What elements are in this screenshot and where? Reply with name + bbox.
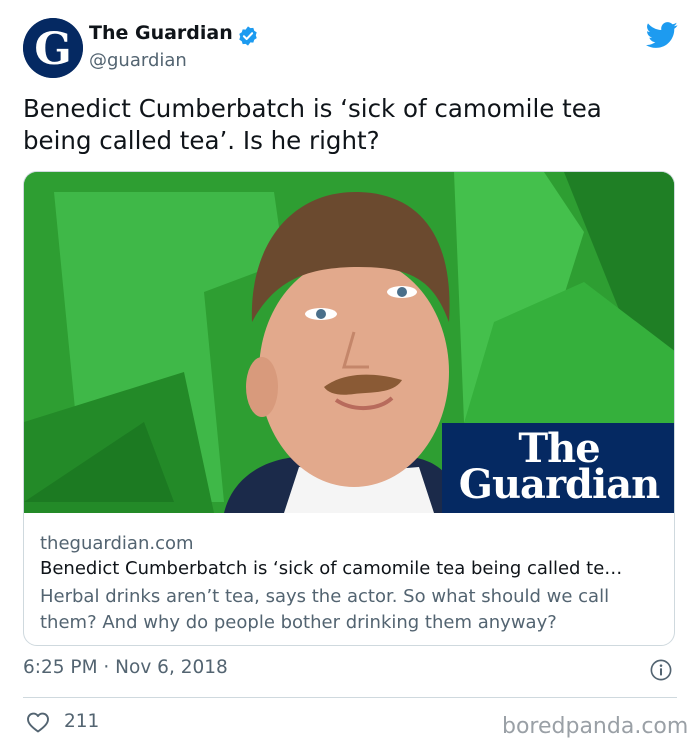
card-title[interactable]: Benedict Cumberbatch is ‘sick of camomil… (40, 556, 660, 582)
watermark: boredpanda.com (502, 714, 689, 739)
tweet-timestamp[interactable]: 6:25 PM · Nov 6, 2018 (23, 657, 228, 678)
avatar[interactable]: G (23, 18, 83, 78)
author-name[interactable]: The Guardian (89, 22, 233, 44)
guardian-brand-overlay: The Guardian (442, 423, 674, 513)
like-count[interactable]: 211 (64, 711, 99, 732)
info-icon[interactable] (650, 659, 672, 681)
card-meta: theguardian.com Benedict Cumberbatch is … (40, 532, 660, 636)
author-handle[interactable]: @guardian (89, 50, 187, 71)
heart-icon[interactable] (26, 711, 50, 733)
card-description: Herbal drinks aren’t tea, says the actor… (40, 586, 610, 633)
card-image[interactable]: The Guardian (24, 172, 674, 513)
verified-badge-icon (239, 26, 257, 46)
svg-text:G: G (34, 24, 72, 75)
twitter-bird-icon[interactable] (646, 22, 678, 49)
divider (23, 697, 677, 698)
brand-line-guardian: Guardian (458, 461, 660, 508)
card-domain: theguardian.com (40, 533, 194, 554)
guardian-g-logo-icon: G (23, 18, 83, 78)
link-card[interactable]: The Guardian theguardian.com Benedict Cu… (23, 171, 675, 646)
tweet-text: Benedict Cumberbatch is ‘sick of camomil… (23, 94, 602, 155)
